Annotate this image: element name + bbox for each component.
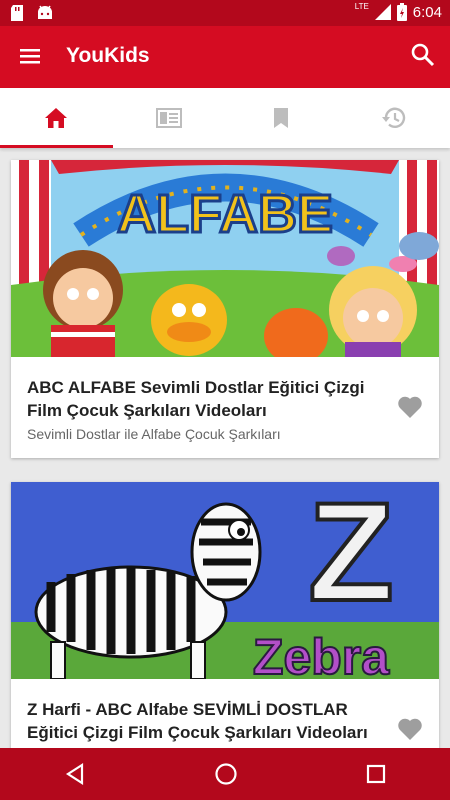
app-bar: YouKids xyxy=(0,26,450,88)
sd-card-icon xyxy=(11,5,23,21)
search-icon[interactable] xyxy=(410,42,436,68)
bookmark-icon xyxy=(274,108,289,128)
home-circle-icon[interactable] xyxy=(214,762,238,786)
system-nav-bar xyxy=(0,748,450,800)
favorite-heart-icon[interactable] xyxy=(397,716,423,742)
tab-history[interactable] xyxy=(338,88,450,148)
network-type: LTE xyxy=(354,1,369,11)
back-icon[interactable] xyxy=(64,763,86,785)
menu-icon[interactable] xyxy=(18,44,42,68)
clock: 6:04 xyxy=(412,3,442,21)
recents-icon[interactable] xyxy=(366,764,386,784)
video-card[interactable]: ALFABE ABC ALFABE Sevimli Dostlar Eğitic… xyxy=(11,160,439,458)
tab-bookmarks[interactable] xyxy=(225,88,338,148)
home-icon xyxy=(45,108,68,128)
android-icon xyxy=(38,5,52,19)
favorite-heart-icon[interactable] xyxy=(397,394,423,420)
signal-icon xyxy=(374,4,391,20)
playlist-icon xyxy=(155,108,182,128)
video-card[interactable]: Z Zebra Z Harfi - ABC Alfabe SEVİMLİ DOS… xyxy=(11,482,439,748)
battery-icon xyxy=(396,3,407,21)
tab-playlist[interactable] xyxy=(113,88,226,148)
thumbnail-word-text: Zebra xyxy=(253,629,390,679)
thumbnail-title-text: ALFABE xyxy=(117,184,333,244)
video-title[interactable]: Z Harfi - ABC Alfabe SEVİMLİ DOSTLAR Eği… xyxy=(27,698,397,744)
video-title[interactable]: ABC ALFABE Sevimli Dostlar Eğitici Çizgi… xyxy=(27,376,397,422)
video-subtitle: Sevimli Dostlar ile Alfabe Çocuk Şarkıla… xyxy=(27,426,281,442)
history-icon xyxy=(381,107,405,128)
tab-home[interactable] xyxy=(0,88,113,148)
video-thumbnail[interactable]: ALFABE xyxy=(11,160,439,357)
video-thumbnail[interactable]: Z Zebra xyxy=(11,482,439,679)
tab-bar xyxy=(0,88,450,148)
status-bar: LTE 6:04 xyxy=(0,0,450,26)
app-title: YouKids xyxy=(66,44,150,67)
video-feed[interactable]: ALFABE ABC ALFABE Sevimli Dostlar Eğitic… xyxy=(0,148,450,748)
thumbnail-letter-text: Z xyxy=(308,482,394,630)
